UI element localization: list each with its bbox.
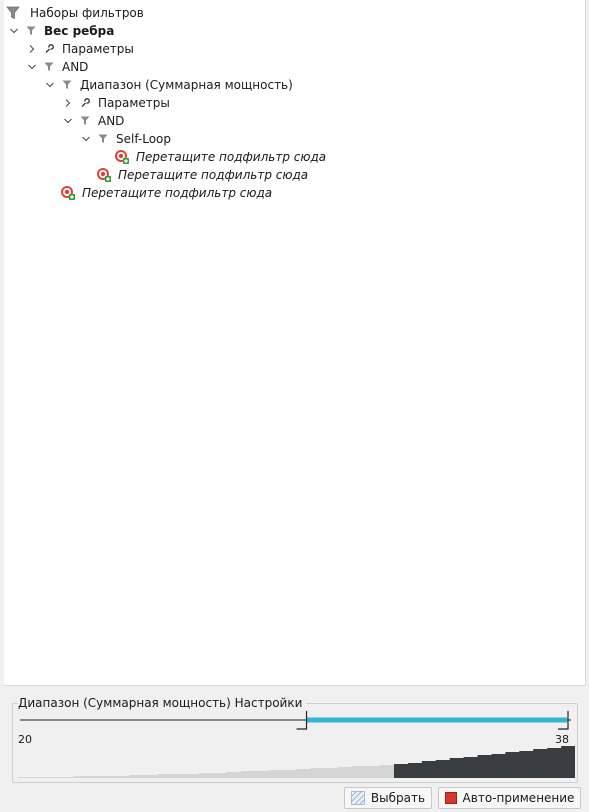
histogram-bar [59, 777, 75, 778]
drop-target-icon [60, 184, 76, 202]
histogram-bar [129, 775, 144, 778]
select-button-label: Выбрать [370, 791, 426, 805]
drop-target-label: Перетащите подфильтр сюда [118, 168, 309, 182]
histogram-bar [45, 777, 61, 778]
tree-item-label: Диапазон (Суммарная мощность) [80, 78, 293, 92]
histogram-bar [240, 771, 256, 778]
funnel-icon [42, 58, 56, 76]
histogram-bar [199, 773, 214, 778]
histogram-bar [505, 752, 520, 778]
settings-title: Диапазон (Суммарная мощность) Настройки [18, 696, 307, 710]
hatched-selection-icon [350, 791, 365, 805]
funnel-icon [6, 4, 20, 22]
histogram-bar [73, 776, 89, 778]
select-button[interactable]: Выбрать [344, 787, 432, 809]
tree-item-range[interactable]: Диапазон (Суммарная мощность) [44, 76, 293, 94]
histogram-bar [477, 755, 492, 778]
chevron-down-icon[interactable] [26, 58, 38, 76]
histogram-bar [380, 765, 395, 778]
tree-item-edge-weight[interactable]: Вес ребра [8, 22, 114, 40]
wrench-icon [78, 94, 92, 112]
histogram-bar [254, 771, 270, 778]
chevron-down-icon[interactable] [44, 76, 56, 94]
tree-item-range-and[interactable]: AND [62, 112, 124, 130]
tree-item-self-loop[interactable]: Self-Loop [80, 130, 171, 148]
histogram-bar [491, 754, 506, 778]
histogram-bar [519, 751, 534, 778]
histogram-bar [157, 774, 172, 778]
histogram-bar [18, 777, 33, 778]
histogram-bar [435, 760, 451, 778]
histogram-bar [533, 749, 548, 778]
histogram-bar [212, 773, 228, 778]
chevron-down-icon[interactable] [80, 130, 92, 148]
drop-target-label: Перетащите подфильтр сюда [82, 186, 273, 200]
histogram-bar [421, 761, 437, 778]
tree-item-label: Self-Loop [116, 132, 172, 146]
chevron-right-icon[interactable] [62, 94, 74, 112]
chevron-right-icon[interactable] [26, 40, 38, 58]
auto-apply-button[interactable]: Авто-применение [438, 787, 581, 809]
funnel-icon [96, 130, 110, 148]
histogram-bar [547, 748, 562, 778]
tree-item-label: AND [98, 114, 125, 128]
histogram-bar [87, 776, 103, 778]
histogram-bar [352, 766, 367, 778]
tree-item-root[interactable]: Наборы фильтров [6, 4, 144, 22]
slider-selected-range [306, 717, 567, 723]
histogram-bar [115, 776, 130, 778]
chevron-down-icon[interactable] [62, 112, 74, 130]
drop-target-icon [96, 166, 112, 184]
range-slider[interactable] [18, 709, 573, 733]
histogram-bar [226, 772, 242, 778]
tree-item-and[interactable]: AND [26, 58, 88, 76]
drop-target-icon [114, 148, 130, 166]
tree-item-label: Наборы фильтров [30, 6, 144, 20]
histogram-bar [171, 774, 186, 778]
tree-item-label: Параметры [98, 96, 170, 110]
drop-target-label: Перетащите подфильтр сюда [136, 150, 327, 164]
distribution-histogram [18, 746, 575, 778]
histogram-bar [143, 775, 158, 778]
histogram-bar [324, 768, 339, 778]
histogram-bar [449, 758, 465, 778]
histogram-bar [296, 769, 311, 778]
histogram-bar [366, 766, 381, 778]
histogram-bar [463, 757, 479, 778]
tree-item-label: Параметры [62, 42, 134, 56]
funnel-icon [78, 112, 92, 130]
histogram-bar [338, 767, 353, 778]
drop-target-self-loop[interactable]: Перетащите подфильтр сюда [114, 148, 326, 166]
histogram-bar [268, 770, 284, 778]
wrench-icon [42, 40, 56, 58]
histogram-bar [31, 777, 47, 778]
filters-tree[interactable]: Наборы фильтров Вес ребра Параметры AND [4, 0, 586, 686]
tree-item-label: Вес ребра [44, 24, 115, 38]
histogram-bar [101, 776, 116, 778]
auto-apply-button-label: Авто-применение [462, 791, 575, 805]
histogram-bar [407, 763, 423, 778]
funnel-icon [24, 22, 38, 40]
tree-item-label: AND [62, 60, 89, 74]
drop-target-and[interactable]: Перетащите подфильтр сюда [96, 166, 308, 184]
stop-icon [444, 792, 457, 804]
histogram-bar [310, 768, 325, 778]
tree-item-range-parameters[interactable]: Параметры [62, 94, 170, 112]
chevron-down-icon[interactable] [8, 22, 20, 40]
funnel-icon [60, 76, 74, 94]
histogram-bar [185, 774, 200, 778]
drop-target-root[interactable]: Перетащите подфильтр сюда [60, 184, 272, 202]
histogram-bar [561, 746, 575, 778]
tree-item-parameters[interactable]: Параметры [26, 40, 134, 58]
histogram-bar [282, 770, 297, 778]
histogram-bar [393, 764, 409, 778]
